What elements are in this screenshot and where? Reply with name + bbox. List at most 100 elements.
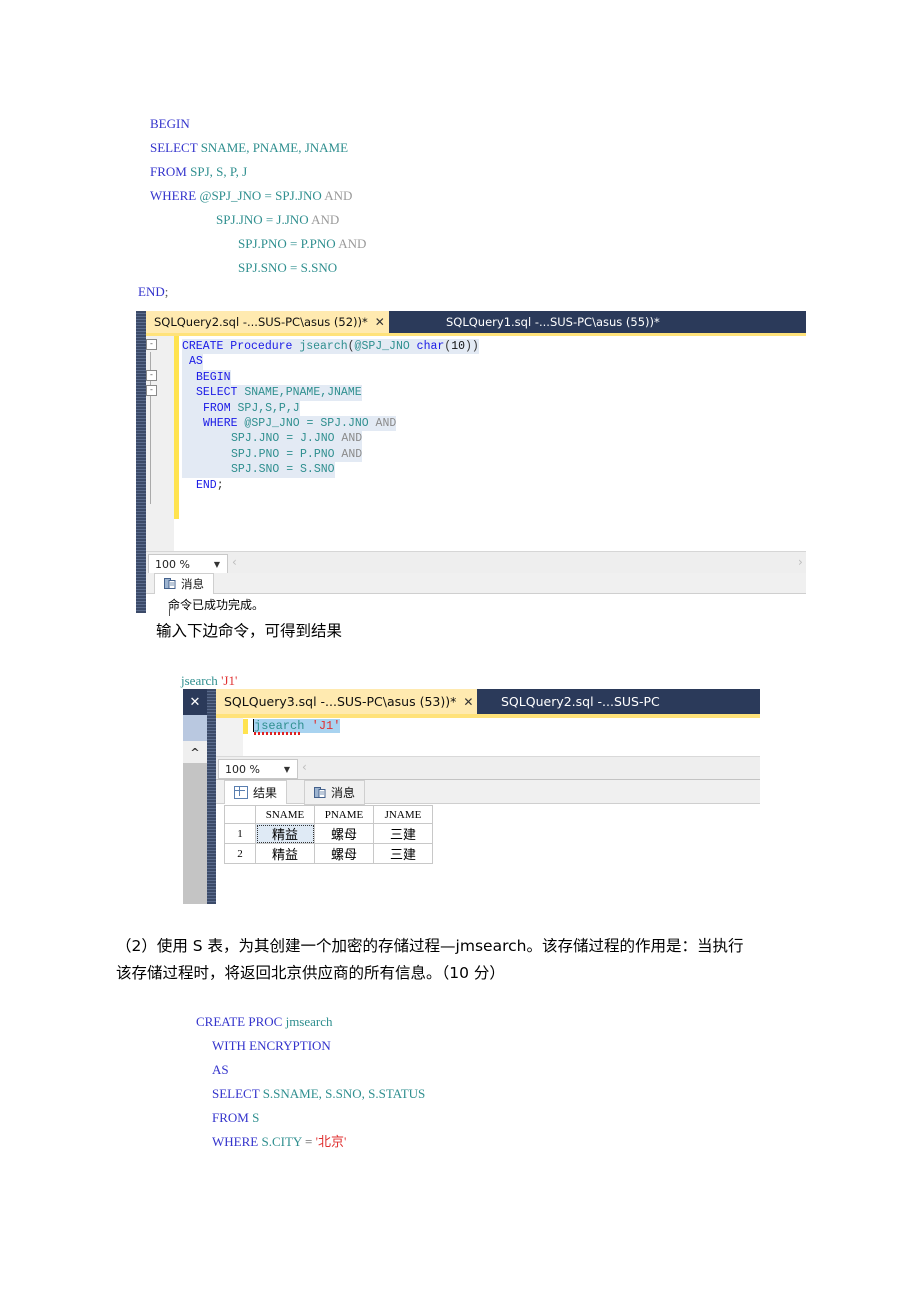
sql-code-block-jsearch-body: BEGIN SELECT SNAME, PNAME, JNAME FROM SPJ,… [138,112,367,304]
zoom-level-select[interactable]: 100 % ▼ [148,554,228,574]
window2-scroll-track[interactable] [183,763,207,904]
table-cell-pname[interactable]: 螺母 [314,823,374,844]
window1-change-bar [174,336,179,519]
inline-proc-name: jsearch [181,673,218,688]
sql-token: AND [324,188,353,203]
tab-messages-w2[interactable]: 消息 [304,780,366,805]
sql-token: WITH ENCRYPTION [212,1038,331,1053]
column-header[interactable]: SNAME [255,805,315,824]
fold-minus-icon[interactable]: - [146,385,157,397]
editor-line: END; [182,478,479,493]
sql-token: AND [338,236,367,251]
window2-code-editor[interactable]: jsearch 'J1' [216,718,760,756]
inline-proc-arg: 'J1' [221,673,238,688]
editor-token: AND [341,432,363,446]
editor-line: FROM SPJ,S,P,J [182,400,479,417]
row-number-cell: 2 [224,843,256,864]
fold-minus-icon[interactable]: - [146,369,157,381]
sql-token: S.CITY [261,1134,306,1149]
editor-token: SELECT [196,386,245,400]
column-header[interactable]: PNAME [314,805,374,824]
table-cell-sname[interactable]: 精益 [255,823,315,844]
sql-line: WHERE @SPJ_JNO = SPJ.JNO AND [150,184,366,208]
text-caret [169,609,170,616]
window2-left-strip [207,689,216,904]
window2-gutter [216,718,243,756]
table-row[interactable]: 1 精益 螺母 三建 [224,823,433,844]
close-icon[interactable]: ✕ [375,315,385,329]
sql-token: SELECT [212,1086,263,1101]
table-cell-jname[interactable]: 三建 [373,843,433,864]
sql-line: BEGIN [150,112,366,136]
sql-token: CREATE PROC [196,1014,286,1029]
table-cell-jname[interactable]: 三建 [373,823,433,844]
messages-icon [164,578,176,590]
tab-results[interactable]: 结果 [224,780,288,804]
window2-tab-bar: SQLQuery3.sql -...SUS-PC\asus (53))* ✕ S… [216,689,760,714]
messages-icon [314,786,326,799]
window2-close-button[interactable]: ✕ [183,689,207,715]
zoom-level-select-2[interactable]: 100 % ▼ [218,759,298,779]
window1-code-editor[interactable]: CREATE Procedure jsearch(@SPJ_JNO char(1… [146,336,806,551]
zoom-level-value: 100 % [225,762,260,776]
editor-token: FROM [203,401,238,415]
row-number-header[interactable] [224,805,256,824]
window1-left-strip [136,311,146,613]
fold-minus-icon[interactable]: - [146,339,157,350]
table-row[interactable]: 2 精益 螺母 三建 [224,843,433,864]
editor-token: SPJ,S,P,J [237,401,300,415]
table-cell-pname[interactable]: 螺母 [314,843,374,864]
table-cell-sname[interactable]: 精益 [255,843,315,864]
editor-token: jsearch [299,340,348,353]
editor-token: CREATE Procedure [182,340,300,353]
column-header[interactable]: JNAME [373,805,433,824]
sql-line: FROM SPJ, S, P, J [150,160,366,184]
window2-proc-name: jsearch [254,719,305,733]
editor-line: SPJ.SNO = S.SNO [182,462,479,478]
tab-messages-label: 消息 [331,786,356,800]
window2-collapse-caret-icon[interactable]: ^ [183,741,207,763]
sql-token: FROM [150,164,191,179]
editor-token: char [416,340,445,353]
hscroll-left-icon[interactable]: ‹ [232,555,237,569]
tab-sqlquery2[interactable]: SQLQuery2.sql -...SUS-PC\asus (52))* ✕ [146,311,389,333]
zoom-level-value: 100 % [155,557,190,571]
window2-proc-arg: 'J1' [311,719,341,733]
sql-token: SPJ.PNO = P.PNO [238,236,339,251]
window1-messages-pane: 消息 命令已成功完成。 [146,573,806,616]
sql-token: SELECT [150,140,201,155]
hscroll-right-icon[interactable]: › [798,555,803,569]
tab-sqlquery1[interactable]: SQLQuery1.sql -...SUS-PC\asus (55))* [438,311,668,333]
editor-token: AND [375,417,397,431]
editor-token: AS [189,355,203,369]
tab-sqlquery2-w2[interactable]: SQLQuery2.sql -...SUS-PC [493,689,668,714]
editor-token: BEGIN [196,370,231,384]
tab-sqlquery3[interactable]: SQLQuery3.sql -...SUS-PC\asus (53))* ✕ [216,689,478,714]
sql-token: WHERE [150,188,200,203]
chevron-down-icon[interactable]: ▼ [284,765,290,774]
sql-token: '北京' [315,1134,347,1149]
editor-token: ; [216,478,224,492]
table-header-row: SNAME PNAME JNAME [224,805,433,824]
close-icon[interactable]: ✕ [463,695,473,709]
tab-results-label: 结果 [253,786,278,800]
editor-line: AS [182,354,479,370]
window1-zoom-bar: 100 % ▼ ‹ › [146,551,806,574]
sql-token: ; [164,284,169,299]
editor-line: WHERE @SPJ_JNO = SPJ.JNO AND [182,416,479,432]
window2-change-bar [243,719,248,734]
chevron-down-icon[interactable]: ▼ [214,560,220,569]
row-number-cell: 1 [224,823,256,844]
sql-line: WHERE S.CITY = '北京' [196,1130,425,1154]
text-caret [253,719,254,732]
sql-token: SNAME, PNAME, JNAME [200,140,349,155]
hscroll-left-icon[interactable]: ‹ [302,760,307,774]
editor-token: SPJ.SNO = S.SNO [231,463,335,477]
tab-label: SQLQuery3.sql -...SUS-PC\asus (53))* [224,694,457,709]
sql-line: SPJ.JNO = J.JNO AND [150,208,366,232]
editor-token: @SPJ_JNO [354,340,417,353]
tab-messages[interactable]: 消息 [154,573,214,594]
sql-token: END [138,284,165,299]
results-grid[interactable]: SNAME PNAME JNAME 1 精益 螺母 三建 2 精益 螺母 三建 [224,805,433,864]
sql-token: AND [311,212,340,227]
